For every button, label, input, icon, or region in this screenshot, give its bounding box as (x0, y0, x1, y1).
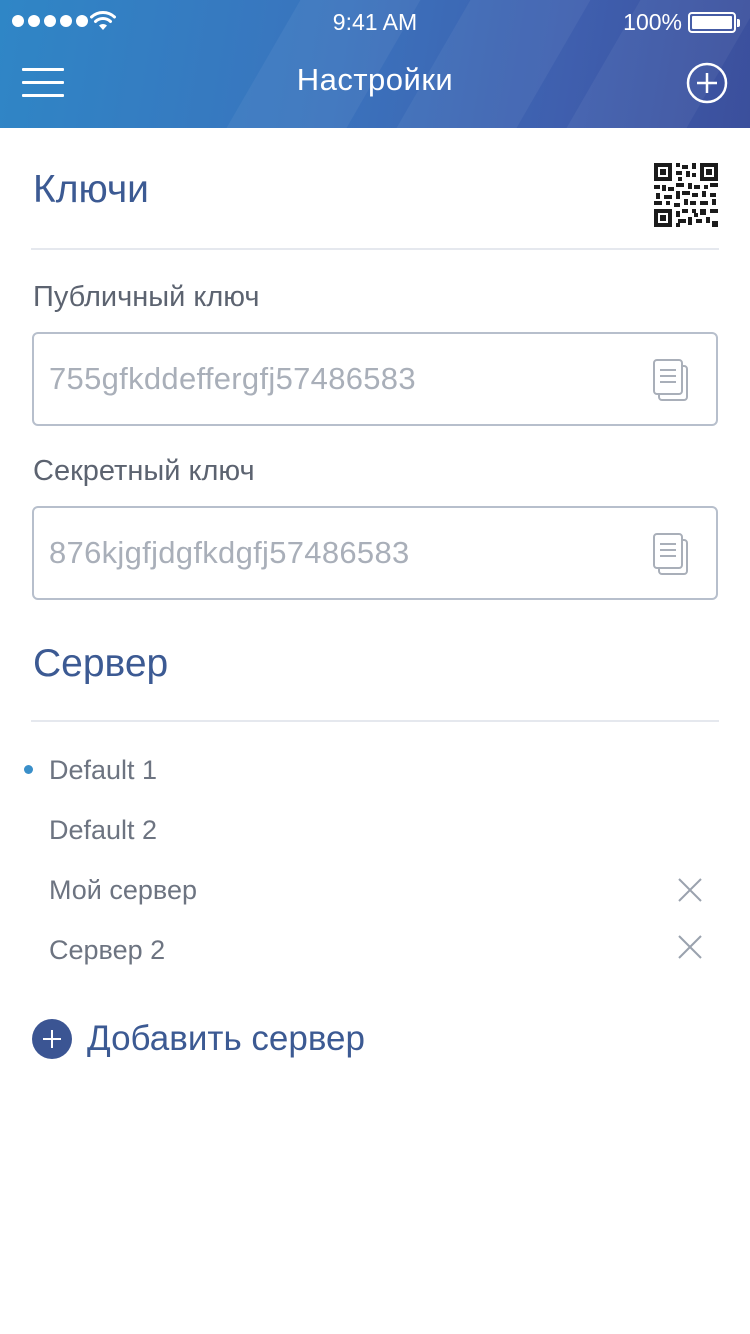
keys-divider (31, 248, 719, 250)
server-item-my-server[interactable]: Мой сервер (49, 865, 719, 915)
remove-server-button[interactable] (677, 877, 703, 903)
server-item-server-2[interactable]: Сервер 2 (49, 925, 719, 975)
selected-indicator (24, 765, 33, 774)
qr-code-icon[interactable] (654, 163, 718, 227)
keys-section-title: Ключи (33, 168, 149, 211)
server-item-label: Сервер 2 (49, 935, 166, 965)
server-item-default-2[interactable]: Default 2 (49, 805, 719, 855)
secret-key-label: Секретный ключ (33, 455, 255, 487)
copy-icon[interactable] (652, 532, 692, 578)
battery-icon (688, 12, 740, 33)
server-item-default-1[interactable]: Default 1 (49, 745, 719, 795)
add-button[interactable] (686, 62, 728, 104)
status-bar: 9:41 AM 100% (0, 0, 750, 44)
public-key-field[interactable]: 755gfkddeffergfj57486583 (32, 332, 718, 426)
add-server-label: Добавить сервер (87, 1019, 365, 1058)
plus-circle-icon (32, 1019, 72, 1059)
public-key-label: Публичный ключ (33, 281, 260, 313)
secret-key-field[interactable]: 876kjgfjdgfkdgfj57486583 (32, 506, 718, 600)
server-item-label: Default 2 (49, 815, 158, 845)
server-item-label: Default 1 (49, 755, 158, 785)
server-divider (31, 720, 719, 722)
remove-server-button[interactable] (677, 934, 703, 960)
server-section-title: Сервер (33, 642, 169, 685)
secret-key-value: 876kjgfjdgfkdgfj57486583 (49, 535, 410, 570)
public-key-value: 755gfkddeffergfj57486583 (49, 361, 416, 396)
page-title: Настройки (296, 62, 454, 97)
battery-percent: 100% (623, 9, 682, 35)
top-bar: 9:41 AM 100% Настройки (0, 0, 750, 128)
copy-icon[interactable] (652, 358, 692, 404)
server-item-label: Мой сервер (49, 875, 197, 905)
add-server-button[interactable]: Добавить сервер (32, 1017, 365, 1061)
